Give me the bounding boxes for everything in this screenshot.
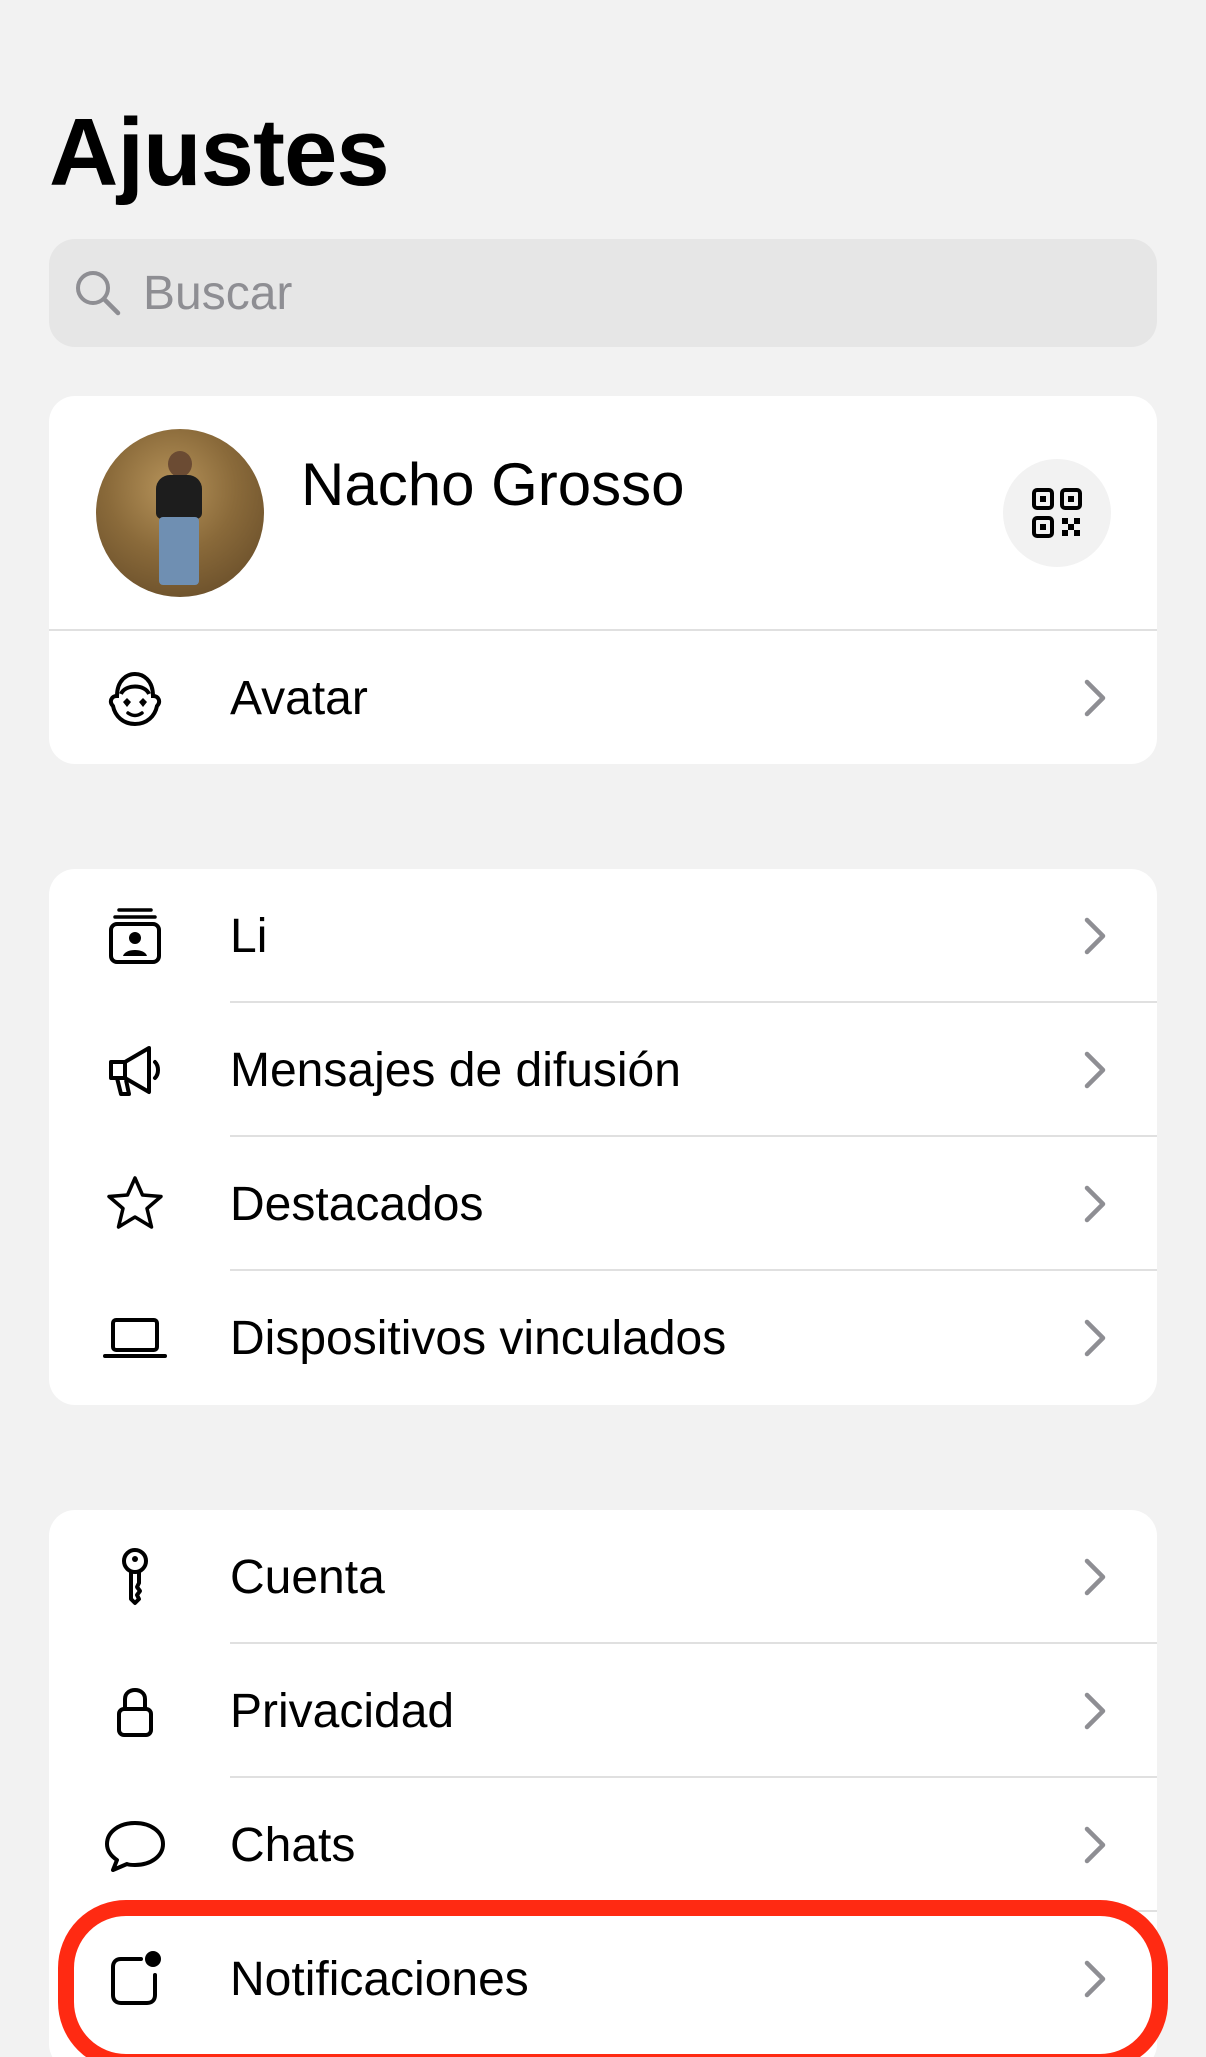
notifications-label: Notificaciones	[230, 1952, 529, 2006]
chevron-right-icon	[1084, 1826, 1106, 1864]
profile-photo[interactable]	[96, 429, 264, 597]
avatar-label: Avatar	[230, 671, 368, 725]
chats-label: Chats	[230, 1818, 356, 1872]
linked-devices-label: Dispositivos vinculados	[230, 1311, 727, 1365]
qr-code-icon	[1032, 488, 1082, 538]
chevron-right-icon	[1084, 1319, 1106, 1357]
profile-header[interactable]: Nacho Grosso	[49, 396, 1157, 629]
broadcast-label: Mensajes de difusión	[230, 1043, 681, 1097]
search-placeholder: Buscar	[143, 266, 293, 320]
settings-row-lists[interactable]: Li	[49, 869, 1157, 1003]
search-icon	[76, 271, 121, 316]
settings-row-account[interactable]: Cuenta	[49, 1510, 1157, 1644]
settings-row-notifications[interactable]: Notificaciones	[49, 1912, 1157, 2046]
profile-card: Nacho Grosso Avatar	[49, 396, 1157, 764]
settings-screen: Ajustes Buscar Nacho Grosso Avatar Li Me…	[0, 0, 1206, 2057]
settings-row-linked-devices[interactable]: Dispositivos vinculados	[49, 1271, 1157, 1405]
account-label: Cuenta	[230, 1550, 385, 1604]
chevron-right-icon	[1084, 1051, 1106, 1089]
chevron-right-icon	[1084, 1692, 1106, 1730]
chat-bubble-icon	[101, 1811, 169, 1879]
chevron-right-icon	[1084, 917, 1106, 955]
photo-person-legs	[159, 517, 199, 585]
laptop-icon	[101, 1304, 169, 1372]
chevron-right-icon	[1084, 1960, 1106, 1998]
qr-code-button[interactable]	[1003, 459, 1111, 567]
photo-person-body	[156, 475, 202, 519]
profile-name: Nacho Grosso	[301, 451, 685, 518]
chevron-right-icon	[1084, 1185, 1106, 1223]
megaphone-icon	[101, 1036, 169, 1104]
settings-row-privacy[interactable]: Privacidad	[49, 1644, 1157, 1778]
privacy-label: Privacidad	[230, 1684, 455, 1738]
lists-label: Li	[230, 909, 268, 963]
account-settings-card: Cuenta Privacidad Chats Notificaciones	[49, 1510, 1157, 2057]
settings-row-starred[interactable]: Destacados	[49, 1137, 1157, 1271]
chevron-right-icon	[1084, 679, 1106, 717]
chevron-right-icon	[1084, 1558, 1106, 1596]
lists-icon	[101, 902, 169, 970]
settings-row-chats[interactable]: Chats	[49, 1778, 1157, 1912]
starred-label: Destacados	[230, 1177, 484, 1231]
notification-icon	[101, 1945, 169, 2013]
search-bar[interactable]: Buscar	[49, 239, 1157, 347]
key-icon	[101, 1543, 169, 1611]
settings-row-avatar[interactable]: Avatar	[49, 631, 1157, 764]
avatar-face-icon	[101, 664, 169, 732]
page-title: Ajustes	[49, 99, 390, 206]
photo-person-head	[168, 451, 192, 477]
settings-row-broadcast[interactable]: Mensajes de difusión	[49, 1003, 1157, 1137]
lock-icon	[101, 1677, 169, 1745]
tools-card: Li Mensajes de difusión Destacados Dispo…	[49, 869, 1157, 1405]
star-icon	[101, 1170, 169, 1238]
